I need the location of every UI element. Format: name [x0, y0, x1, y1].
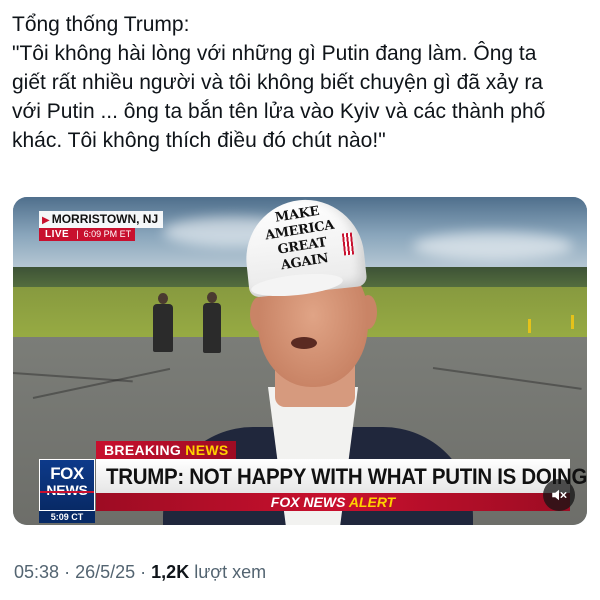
post-text: Tổng thống Trump: "Tôi không hài lòng vớ…: [12, 10, 592, 155]
video-scene-agent: [153, 304, 173, 352]
breaking-word: BREAKING: [104, 442, 182, 458]
news-word: NEWS: [185, 442, 229, 458]
post-text-line: khác. Tôi không thích điều đó chút nào!": [12, 129, 386, 152]
post-text-line: "Tôi không hài lòng với những gì Putin đ…: [12, 42, 537, 65]
breaking-news-label: BREAKING NEWS: [96, 441, 237, 459]
video-player[interactable]: MAKE AMERICA GREAT AGAIN ▶ MORRISTOWN, NJ…: [13, 197, 587, 525]
post-time[interactable]: 05:38: [14, 562, 59, 582]
news-logo-line: NEWS: [46, 482, 88, 498]
location-bug: ▶ MORRISTOWN, NJ LIVE | 6:09 PM ET: [39, 211, 164, 241]
flag-icon: [341, 232, 355, 256]
meta-separator: ·: [140, 562, 147, 582]
fox-logo-line: FOX: [50, 464, 84, 483]
fox-logo-stripe: [40, 491, 94, 493]
alert-text: FOX NEWS ALERT: [271, 494, 395, 510]
video-scene-cloud: [413, 232, 573, 260]
video-scene-agent: [203, 303, 221, 353]
post-text-line: với Putin ... ông ta bắn tên lửa vào Kyi…: [12, 100, 546, 123]
views-label: lượt xem: [194, 562, 267, 582]
location-row: ▶ MORRISTOWN, NJ: [39, 211, 164, 228]
play-arrow-icon: ▶: [42, 215, 50, 226]
alert-brand: FOX NEWS: [270, 494, 346, 510]
post-text-line: giết rất nhiều người và tôi không biết c…: [12, 71, 543, 94]
post-meta: 05:38 · 26/5/25 · 1,2K lượt xem: [14, 562, 266, 583]
headline-bar: TRUMP: NOT HAPPY WITH WHAT PUTIN IS DOIN…: [96, 459, 587, 493]
video-scene-agent-head: [207, 292, 217, 303]
video-scene-marker: [571, 315, 574, 329]
alert-word: ALERT: [348, 494, 396, 510]
alert-bar: FOX NEWS ALERT: [96, 493, 570, 511]
fox-news-logo: FOX NEWS: [39, 459, 95, 511]
headline-text: TRUMP: NOT HAPPY WITH WHAT PUTIN IS DOIN…: [106, 464, 587, 489]
live-row: LIVE | 6:09 PM ET: [39, 228, 163, 241]
post: Tổng thống Trump: "Tôi không hài lòng vớ…: [0, 0, 600, 600]
speaker-muted-icon: [552, 489, 567, 501]
video-subject-mouth: [291, 337, 317, 349]
live-time: 6:09 PM ET: [79, 228, 136, 241]
mute-button[interactable]: [543, 479, 575, 511]
logo-time: 5:09 CT: [39, 511, 95, 523]
meta-separator: ·: [64, 562, 71, 582]
location-label: MORRISTOWN, NJ: [51, 212, 159, 226]
video-scene-marker: [528, 319, 531, 333]
post-text-line: Tổng thống Trump:: [12, 13, 190, 36]
post-date[interactable]: 26/5/25: [75, 562, 135, 582]
views-count: 1,2K: [151, 562, 190, 582]
video-scene-agent-head: [158, 293, 168, 304]
live-label: LIVE: [39, 228, 76, 241]
